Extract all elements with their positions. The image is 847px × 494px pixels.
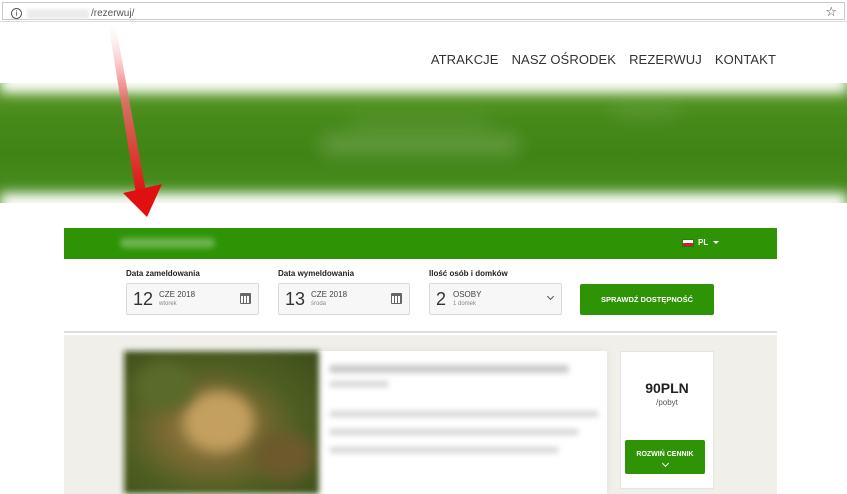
checkout-weekday: środa (311, 301, 327, 307)
browser-address-bar: i /rezerwuj/ ☆ (0, 0, 847, 22)
checkout-month: CZE 2018 (311, 290, 348, 299)
guests-label: Ilość osób i domków (429, 269, 508, 278)
redacted-domain (27, 9, 89, 19)
offer-photo[interactable] (124, 351, 319, 494)
flag-pl-icon (682, 238, 694, 247)
nav-item-nasz-osrodek[interactable]: NASZ OŚRODEK (512, 52, 617, 67)
hero-blurred-text (350, 117, 490, 129)
photo-blur-shape (254, 431, 314, 481)
url-path: /rezerwuj/ (91, 8, 135, 19)
calendar-icon[interactable] (240, 293, 251, 304)
caret-down-icon (713, 241, 720, 244)
main-nav: ATRAKCJE NASZ OŚRODEK REZERWUJ KONTAKT (431, 52, 776, 67)
info-icon[interactable]: i (11, 8, 22, 19)
offer-blurred-text (329, 381, 389, 387)
guests-select[interactable]: 2 OSOBY 1 domek (429, 283, 562, 315)
chevron-down-icon (661, 459, 669, 468)
url-field[interactable]: i /rezerwuj/ ☆ (2, 2, 845, 20)
price-value: 90PLN (645, 380, 689, 396)
expand-pricelist-button[interactable]: ROZWIŃ CENNIK (625, 440, 705, 474)
guests-count: 2 (436, 289, 447, 309)
calendar-icon[interactable] (391, 293, 402, 304)
checkin-label: Data zameldowania (126, 269, 200, 278)
chevron-down-icon (546, 292, 555, 301)
hero-blurred-text (320, 135, 520, 155)
redacted-title (120, 238, 215, 248)
checkin-weekday: wtorek (159, 301, 177, 307)
checkout-date-field[interactable]: 13 CZE 2018 środa (278, 283, 410, 315)
language-label: PL (698, 238, 709, 247)
photo-blur-shape (134, 361, 194, 411)
nav-item-rezerwuj[interactable]: REZERWUJ (629, 52, 702, 67)
guests-sub: 1 domek (453, 301, 477, 307)
language-selector[interactable]: PL (682, 238, 720, 247)
checkout-label: Data wymeldowania (278, 269, 355, 278)
expand-pricelist-label: ROZWIŃ CENNIK (636, 451, 694, 458)
offer-card[interactable] (124, 351, 607, 494)
price-card: 90PLN /pobyt ROZWIŃ CENNIK (620, 351, 714, 489)
hero-blurred-shape (610, 103, 680, 119)
offer-blurred-text (329, 411, 599, 417)
offer-blurred-title (329, 365, 569, 373)
guests-unit: OSOBY (453, 290, 482, 299)
checkin-date-field[interactable]: 12 CZE 2018 wtorek (126, 283, 259, 315)
booking-header-bar: PL (64, 228, 777, 259)
star-icon[interactable]: ☆ (825, 5, 837, 20)
price-unit: /pobyt (656, 398, 678, 407)
nav-item-atrakcje[interactable]: ATRAKCJE (431, 52, 499, 67)
offer-blurred-text (329, 447, 559, 453)
checkin-month: CZE 2018 (159, 290, 196, 299)
nav-item-kontakt[interactable]: KONTAKT (715, 52, 776, 67)
checkin-day: 12 (133, 289, 154, 309)
booking-form: Data zameldowania 12 CZE 2018 wtorek Dat… (64, 259, 777, 333)
checkout-day: 13 (285, 289, 306, 309)
offer-blurred-text (329, 429, 579, 435)
offer-listing: 90PLN /pobyt ROZWIŃ CENNIK (64, 335, 777, 494)
photo-blur-shape (184, 391, 254, 451)
check-availability-button[interactable]: SPRAWDŹ DOSTĘPNOŚĆ (580, 284, 714, 315)
hero-banner (0, 83, 847, 203)
